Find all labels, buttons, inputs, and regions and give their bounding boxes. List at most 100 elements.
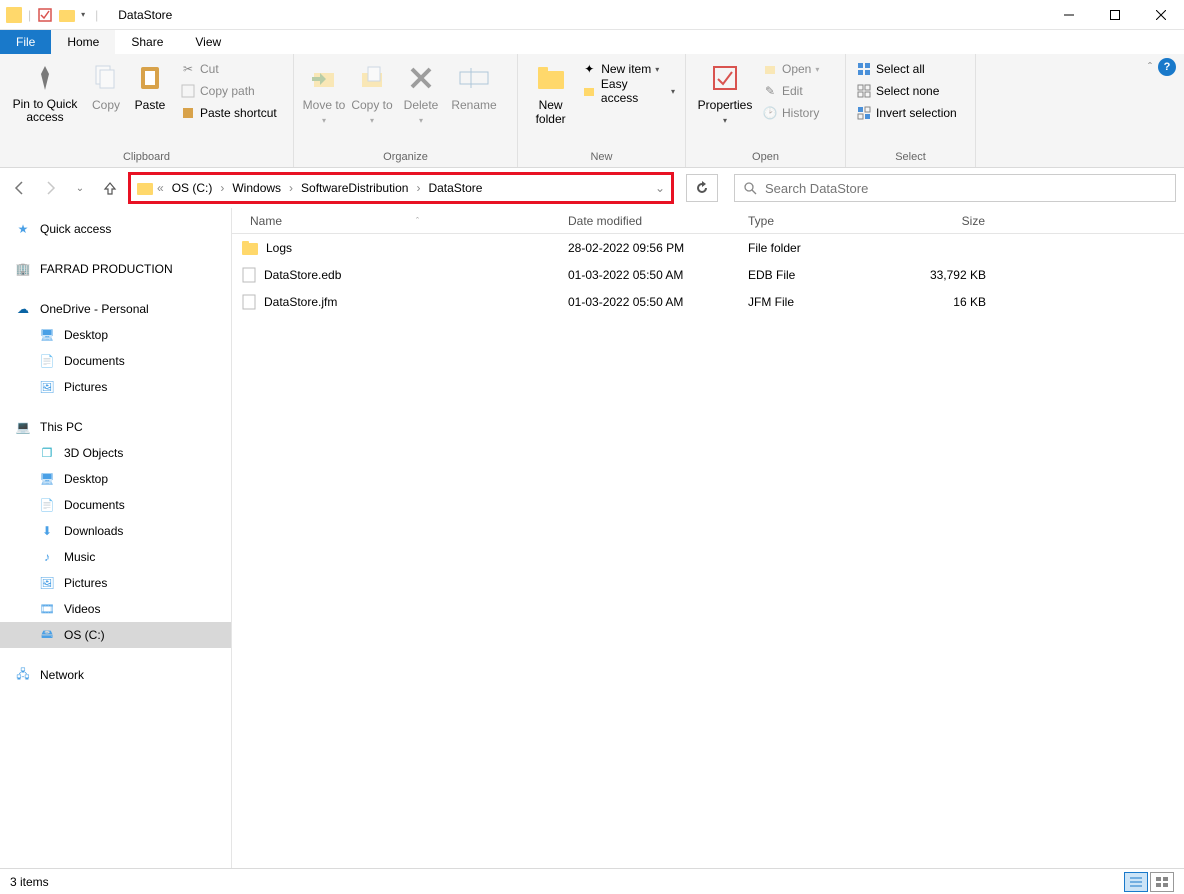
organize-group-label: Organize (300, 149, 511, 165)
refresh-button[interactable] (686, 174, 718, 202)
sidebar-desktop[interactable]: 🖥Desktop (0, 466, 231, 492)
file-date: 01-03-2022 05:50 AM (558, 295, 738, 309)
chevron-right-icon[interactable]: › (416, 181, 420, 195)
file-icon (242, 267, 256, 283)
minimize-button[interactable] (1046, 0, 1092, 30)
sidebar-network[interactable]: 🖧Network (0, 662, 231, 688)
chevron-right-icon[interactable]: › (289, 181, 293, 195)
sidebar-os-c[interactable]: 🖴OS (C:) (0, 622, 231, 648)
rename-button[interactable]: Rename (446, 58, 502, 116)
sidebar-od-desktop[interactable]: 🖥Desktop (0, 322, 231, 348)
breadcrumb-item[interactable]: SoftwareDistribution (297, 179, 412, 197)
copy-icon (90, 62, 122, 94)
sidebar-quick-access[interactable]: ★Quick access (0, 216, 231, 242)
breadcrumb[interactable]: « OS (C:) › Windows › SoftwareDistributi… (128, 172, 674, 204)
sidebar-downloads[interactable]: ⬇Downloads (0, 518, 231, 544)
up-button[interactable] (98, 176, 122, 200)
tab-home[interactable]: Home (51, 30, 115, 54)
ribbon-collapse-icon[interactable]: ˆ (1148, 60, 1152, 74)
new-folder-button[interactable]: New folder (524, 58, 577, 130)
sidebar-3d-objects[interactable]: ❒3D Objects (0, 440, 231, 466)
properties-button[interactable]: Properties▾ (692, 58, 758, 130)
sidebar-od-documents[interactable]: 📄Documents (0, 348, 231, 374)
forward-button[interactable] (38, 176, 62, 200)
history-button[interactable]: 🕑History (758, 102, 823, 124)
column-date[interactable]: Date modified (558, 214, 738, 228)
sidebar-videos[interactable]: 🎞Videos (0, 596, 231, 622)
details-view-button[interactable] (1124, 872, 1148, 892)
select-all-button[interactable]: Select all (852, 58, 961, 80)
column-type[interactable]: Type (738, 214, 886, 228)
easy-access-button[interactable]: Easy access ▾ (577, 80, 679, 102)
pc-icon: 💻 (14, 418, 32, 436)
chevron-right-icon[interactable]: › (220, 181, 224, 195)
column-name[interactable]: Nameˆ (232, 214, 558, 228)
divider: | (95, 8, 98, 22)
select-none-button[interactable]: Select none (852, 80, 961, 102)
invert-selection-button[interactable]: Invert selection (852, 102, 961, 124)
cut-button[interactable]: ✂Cut (176, 58, 281, 80)
sidebar-farrad[interactable]: 🏢FARRAD PRODUCTION (0, 256, 231, 282)
column-headers: Nameˆ Date modified Type Size (232, 208, 1184, 234)
edit-button[interactable]: ✎Edit (758, 80, 823, 102)
delete-button[interactable]: Delete▾ (396, 58, 446, 130)
easy-access-icon (581, 83, 597, 99)
close-button[interactable] (1138, 0, 1184, 30)
new-item-icon: ✦ (581, 61, 597, 77)
search-box[interactable] (734, 174, 1176, 202)
recent-dropdown-icon[interactable]: ⌄ (68, 176, 92, 200)
copy-button[interactable]: Copy (84, 58, 128, 116)
breadcrumb-item[interactable]: DataStore (424, 179, 486, 197)
maximize-button[interactable] (1092, 0, 1138, 30)
music-icon: ♪ (38, 548, 56, 566)
column-size[interactable]: Size (886, 214, 996, 228)
sidebar-documents[interactable]: 📄Documents (0, 492, 231, 518)
move-to-button[interactable]: Move to ▾ (300, 58, 348, 130)
file-size: 16 KB (886, 295, 996, 309)
breadcrumb-overflow-icon[interactable]: « (157, 181, 164, 195)
table-row[interactable]: Logs28-02-2022 09:56 PMFile folder (232, 234, 1184, 261)
tab-file[interactable]: File (0, 30, 51, 54)
invert-icon (856, 105, 872, 121)
qat-dropdown-icon[interactable]: ▾ (81, 10, 85, 19)
breadcrumb-item[interactable]: OS (C:) (168, 179, 217, 197)
file-type: JFM File (738, 295, 886, 309)
open-group-label: Open (692, 149, 839, 165)
navbar: ⌄ « OS (C:) › Windows › SoftwareDistribu… (0, 168, 1184, 208)
open-button[interactable]: Open ▾ (758, 58, 823, 80)
help-icon[interactable]: ? (1158, 58, 1176, 76)
table-row[interactable]: DataStore.jfm01-03-2022 05:50 AMJFM File… (232, 288, 1184, 315)
sidebar-pictures[interactable]: 🖼Pictures (0, 570, 231, 596)
back-button[interactable] (8, 176, 32, 200)
delete-label: Delete▾ (404, 98, 439, 126)
tab-share[interactable]: Share (115, 30, 179, 54)
sidebar-this-pc[interactable]: 💻This PC (0, 414, 231, 440)
search-input[interactable] (765, 181, 1167, 196)
sidebar-od-pictures[interactable]: 🖼Pictures (0, 374, 231, 400)
table-row[interactable]: DataStore.edb01-03-2022 05:50 AMEDB File… (232, 261, 1184, 288)
sort-asc-icon: ˆ (416, 216, 419, 226)
pin-quick-access-button[interactable]: Pin to Quick access (6, 58, 84, 128)
file-name: Logs (266, 241, 292, 255)
sidebar-music[interactable]: ♪Music (0, 544, 231, 570)
copy-path-button[interactable]: Copy path (176, 80, 281, 102)
move-to-label: Move to ▾ (302, 98, 346, 126)
tab-view[interactable]: View (179, 30, 237, 54)
new-folder-label: New folder (526, 98, 575, 126)
qat-properties-icon[interactable] (37, 7, 53, 23)
network-icon: 🖧 (14, 666, 32, 684)
properties-label: Properties▾ (698, 98, 753, 126)
documents-icon: 📄 (38, 352, 56, 370)
breadcrumb-item[interactable]: Windows (228, 179, 285, 197)
paste-button[interactable]: Paste (128, 58, 172, 116)
icons-view-button[interactable] (1150, 872, 1174, 892)
documents-icon: 📄 (38, 496, 56, 514)
qat-newfolder-icon[interactable] (59, 7, 75, 23)
cloud-icon: ☁ (14, 300, 32, 318)
breadcrumb-dropdown-icon[interactable]: ⌄ (655, 181, 665, 195)
sidebar-onedrive[interactable]: ☁OneDrive - Personal (0, 296, 231, 322)
statusbar: 3 items (0, 868, 1184, 894)
copy-to-button[interactable]: Copy to ▾ (348, 58, 396, 130)
pin-label: Pin to Quick access (8, 98, 82, 124)
paste-shortcut-button[interactable]: Paste shortcut (176, 102, 281, 124)
